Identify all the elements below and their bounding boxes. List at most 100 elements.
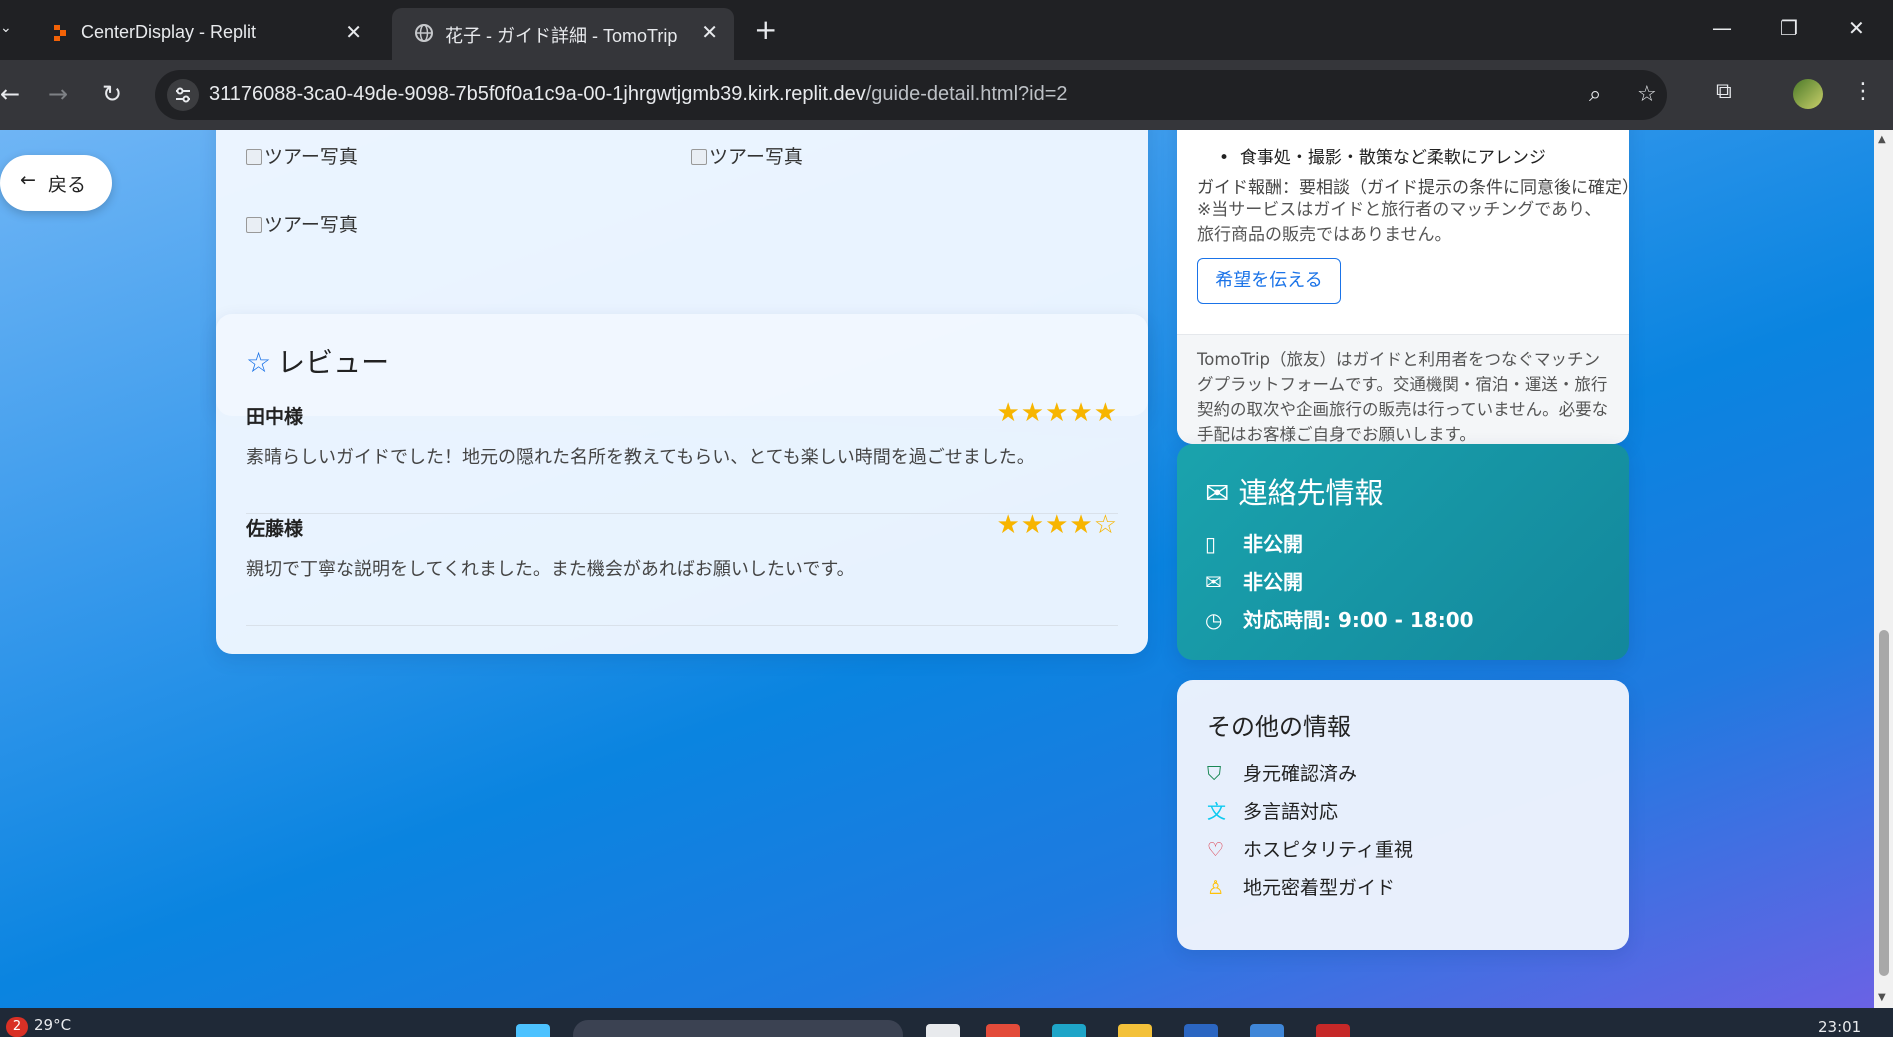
booking-info-card: • 食事処・撮影・散策など柔軟にアレンジ ガイド報酬：要相談（ガイド提示の条件に… [1177,130,1639,444]
other-info-label: ホスピタリティ重視 [1243,839,1413,861]
tour-photo-alt: ツアー写真 [264,214,358,236]
broken-image-icon [691,149,707,165]
email-value: 非公開 [1243,570,1303,594]
reload-icon[interactable]: ↻ [102,80,122,108]
tour-photo[interactable]: ツアー写真 [691,142,803,169]
clock: 23:01 [1818,1018,1862,1036]
back-arrow-icon[interactable]: ← [0,80,20,108]
other-info-label: 身元確認済み [1243,763,1358,785]
heart-icon: ♡ [1207,839,1225,861]
taskview-icon[interactable] [926,1024,960,1037]
forward-arrow-icon[interactable]: → [48,80,68,108]
tour-photo[interactable]: ツアー写真 [246,210,358,237]
windows-start-icon[interactable] [516,1024,550,1037]
page-scrollbar[interactable]: ▲ ▼ [1874,130,1893,1008]
envelope-icon: ✉ [1205,570,1222,594]
reviews-heading: ☆ レビュー [246,341,389,381]
zoom-icon[interactable]: ⌕ [1589,81,1601,109]
other-info-item: ♙ 地元密着型ガイド [1207,873,1395,900]
guide-fee-text: ガイド報酬：要相談（ガイド提示の条件に同意後に確定） [1197,178,1639,198]
browser-tab-bar: ⌄ CenterDisplay - Replit ✕ 花子 - ガイド詳細 - … [0,0,1893,60]
new-tab-button[interactable]: + [754,16,777,44]
broken-image-icon [246,217,262,233]
tour-photo[interactable]: ツアー写真 [246,142,358,169]
minimize-icon[interactable]: — [1712,14,1732,42]
other-info-card: その他の情報 ⛉ 身元確認済み 文多言語対応 ♡ ホスピタリティ重視 ♙ 地元密着型ガ… [1177,680,1629,950]
extensions-icon[interactable]: ⧉ [1716,78,1732,106]
review-item: 田中様 ★★★★★ 素晴らしいガイドでした！地元の隠れた名所を教えてもらい、とて… [246,398,1118,514]
close-icon[interactable]: ✕ [701,20,718,44]
shield-check-icon: ⛉ [1207,763,1222,785]
arrow-left-icon: ← [20,169,36,191]
contact-hours: ◷ 対応時間: 9:00 - 18:00 [1205,604,1474,633]
platform-disclaimer: TomoTrip（旅友）はガイドと利用者をつなぐマッチングプラットフォームです。… [1177,334,1629,444]
reviewer-name: 田中様 [246,406,304,428]
translate-icon: 文 [1207,801,1227,823]
app-icon[interactable] [1250,1024,1284,1037]
bookmark-star-icon[interactable]: ☆ [1637,81,1657,109]
browser-toolbar: ← → ↻ 31176088-3ca0-49de-9098-7b5f0f0a1c… [0,60,1893,130]
globe-icon [415,24,433,42]
reviews-title: レビュー [277,346,390,379]
profile-avatar[interactable] [1793,79,1823,109]
rating-stars: ★★★★☆ [996,510,1118,540]
close-icon[interactable]: ✕ [345,20,362,44]
url-text[interactable]: 31176088-3ca0-49de-9098-7b5f0f0a1c9a-00-… [209,83,1068,106]
store-icon[interactable] [1184,1024,1218,1037]
review-text: 素晴らしいガイドでした！地元の隠れた名所を教えてもらい、とても楽しい時間を過ごせ… [246,447,1035,468]
tab-guide-detail[interactable]: 花子 - ガイド詳細 - TomoTrip ✕ [392,8,734,60]
notification-badge: 2 [6,1017,28,1037]
url-host: 31176088-3ca0-49de-9098-7b5f0f0a1c9a-00-… [209,83,866,105]
other-info-item: 文多言語対応 [1207,797,1338,824]
review-item: 佐藤様 ★★★★☆ 親切で丁寧な説明をしてくれました。また機会があればお願いした… [246,510,1118,626]
reviewer-name: 佐藤様 [246,518,304,540]
scroll-thumb[interactable] [1879,630,1889,976]
other-info-item: ⛉ 身元確認済み [1207,759,1357,786]
contact-heading: ✉ 連絡先情報 [1205,470,1384,512]
back-button-label: 戻る [48,174,87,196]
weather-widget[interactable]: 2 29°C [6,1016,71,1037]
menu-icon[interactable]: ⋮ [1852,78,1874,106]
tab-title: 花子 - ガイド詳細 - TomoTrip [445,26,678,46]
replit-icon [54,25,66,41]
page-viewport: ← 戻る ツアー写真 ツアー写真 ツアー写真 ☆ レビュー 田中様 ★★★★★ 素… [0,130,1874,1008]
phone-value: 非公開 [1243,532,1303,556]
arrangement-bullet: • 食事処・撮影・散策など柔軟にアレンジ [1219,148,1546,168]
phone-icon: ▯ [1205,532,1217,556]
taskbar-search[interactable] [573,1020,903,1037]
temperature: 29°C [34,1016,72,1034]
folder-icon[interactable] [1118,1024,1152,1037]
clock-icon: ◷ [1205,608,1223,632]
contact-email: ✉ 非公開 [1205,566,1303,595]
envelope-icon: ✉ [1205,476,1230,510]
tour-photo-alt: ツアー写真 [709,146,803,168]
arrangement-text: 食事処・撮影・散策など柔軟にアレンジ [1239,148,1546,168]
other-info-label: 多言語対応 [1243,801,1339,823]
broken-image-icon [246,149,262,165]
contact-info-card: ✉ 連絡先情報 ▯ 非公開 ✉ 非公開 ◷ 対応時間: 9:00 - 18:00 [1177,444,1629,660]
edge-icon[interactable] [1052,1024,1086,1037]
address-bar[interactable]: 31176088-3ca0-49de-9098-7b5f0f0a1c9a-00-… [155,70,1667,120]
back-button[interactable]: ← 戻る [0,155,112,211]
reviews-card: ☆ レビュー 田中様 ★★★★★ 素晴らしいガイドでした！地元の隠れた名所を教えて… [216,314,1148,654]
contact-title: 連絡先情報 [1238,476,1384,510]
other-info-title: その他の情報 [1207,713,1351,741]
chrome-icon[interactable] [986,1024,1020,1037]
scroll-down-icon[interactable]: ▼ [1878,992,1886,1003]
other-info-label: 地元密着型ガイド [1243,877,1396,899]
review-text: 親切で丁寧な説明をしてくれました。また機会があればお願いしたいです。 [246,559,855,580]
window-close-icon[interactable]: ✕ [1848,14,1865,42]
scroll-up-icon[interactable]: ▲ [1878,134,1886,145]
tab-centerdisplay[interactable]: CenterDisplay - Replit ✕ [28,8,378,60]
app-icon[interactable] [1316,1024,1350,1037]
tab-search-chevron-icon[interactable]: ⌄ [0,20,14,40]
rating-stars: ★★★★★ [996,398,1118,428]
tour-photo-alt: ツアー写真 [264,146,358,168]
award-icon: ♙ [1207,877,1225,899]
star-outline-icon: ☆ [246,346,272,379]
site-settings-icon[interactable] [167,79,199,111]
restore-icon[interactable]: ❐ [1780,14,1798,42]
send-wish-button[interactable]: 希望を伝える [1197,258,1341,304]
tab-title: CenterDisplay - Replit [81,22,257,42]
service-notice: ※当サービスはガイドと旅行者のマッチングであり、旅行商品の販売ではありません。 [1197,200,1602,245]
